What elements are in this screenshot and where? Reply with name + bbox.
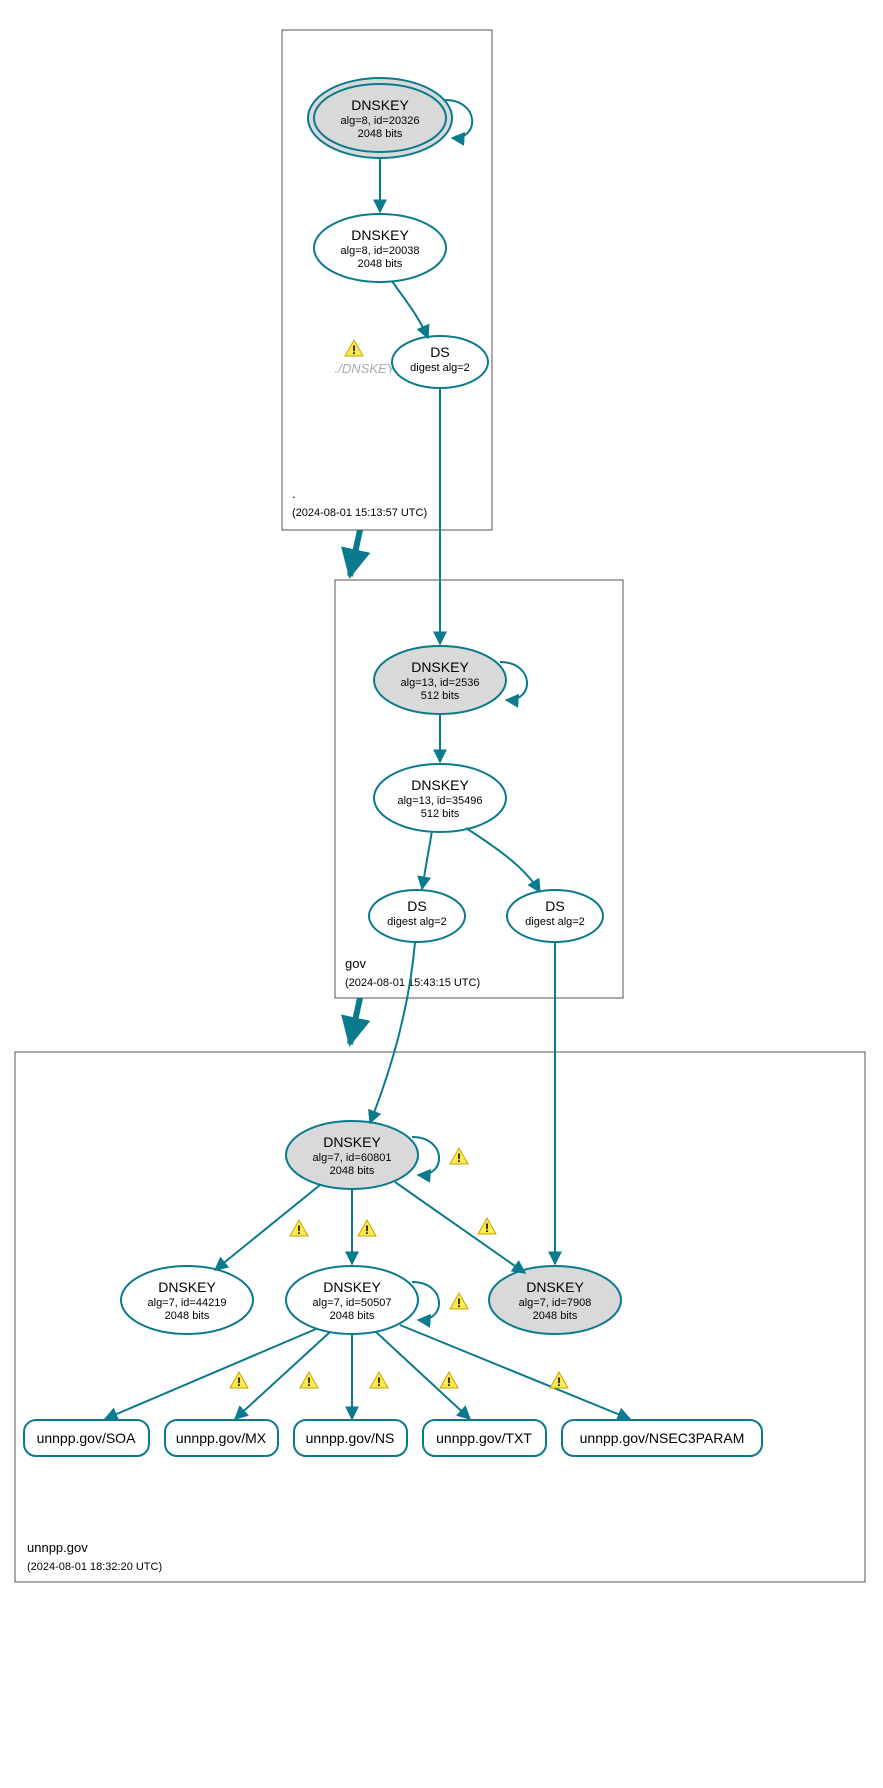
rr-nsec[interactable]: unnpp.gov/NSEC3PARAM	[562, 1420, 762, 1456]
edge-unksk-k3	[395, 1182, 525, 1273]
svg-text:DS: DS	[430, 344, 449, 360]
warning-icon: !	[450, 1148, 468, 1165]
svg-text:alg=8, id=20038: alg=8, id=20038	[341, 245, 420, 257]
zone-unnpp-time: (2024-08-01 18:32:20 UTC)	[27, 1561, 162, 1573]
warning-icon: !	[300, 1372, 318, 1389]
delegation-gov-unnpp	[350, 998, 360, 1044]
svg-text:alg=7, id=44219: alg=7, id=44219	[148, 1297, 227, 1309]
svg-text:DNSKEY: DNSKEY	[411, 659, 469, 675]
svg-text:DNSKEY: DNSKEY	[158, 1279, 216, 1295]
svg-text:alg=7, id=7908: alg=7, id=7908	[519, 1297, 592, 1309]
svg-text:unnpp.gov/MX: unnpp.gov/MX	[176, 1430, 267, 1446]
zone-gov: gov (2024-08-01 15:43:15 UTC) DNSKEY alg…	[335, 388, 623, 998]
node-gov-ds2[interactable]: DS digest alg=2	[507, 890, 603, 942]
svg-text:DNSKEY: DNSKEY	[323, 1134, 381, 1150]
edge-govzsk-ds1	[422, 831, 432, 889]
warning-icon: !	[550, 1372, 568, 1389]
svg-text:!: !	[307, 1375, 311, 1389]
node-un-k1[interactable]: DNSKEY alg=7, id=44219 2048 bits	[121, 1266, 253, 1334]
node-gov-zsk[interactable]: DNSKEY alg=13, id=35496 512 bits	[374, 764, 506, 832]
node-un-k3[interactable]: DNSKEY alg=7, id=7908 2048 bits	[489, 1266, 621, 1334]
svg-text:DNSKEY: DNSKEY	[411, 777, 469, 793]
svg-text:alg=13, id=35496: alg=13, id=35496	[397, 795, 482, 807]
zone-root-label: .	[292, 486, 296, 501]
node-un-ksk[interactable]: DNSKEY alg=7, id=60801 2048 bits	[286, 1121, 418, 1189]
svg-text:2048 bits: 2048 bits	[330, 1310, 375, 1322]
svg-text:2048 bits: 2048 bits	[330, 1165, 375, 1177]
svg-text:DS: DS	[545, 898, 564, 914]
svg-text:!: !	[365, 1223, 369, 1237]
svg-text:DNSKEY: DNSKEY	[351, 97, 409, 113]
svg-text:unnpp.gov/TXT: unnpp.gov/TXT	[436, 1430, 532, 1446]
dnssec-graph: . (2024-08-01 15:13:57 UTC) DNSKEY alg=8…	[0, 0, 883, 1788]
warning-icon: !	[478, 1218, 496, 1235]
svg-text:unnpp.gov/SOA: unnpp.gov/SOA	[37, 1430, 137, 1446]
warning-icon: !	[358, 1220, 376, 1237]
svg-text:512 bits: 512 bits	[421, 690, 460, 702]
svg-text:!: !	[447, 1375, 451, 1389]
warning-icon: !	[230, 1372, 248, 1389]
svg-text:2048 bits: 2048 bits	[358, 128, 403, 140]
rr-soa[interactable]: unnpp.gov/SOA	[24, 1420, 149, 1456]
zone-gov-label: gov	[345, 956, 366, 971]
svg-text:!: !	[457, 1296, 461, 1310]
node-root-zsk[interactable]: DNSKEY alg=8, id=20038 2048 bits	[314, 214, 446, 282]
svg-text:alg=13, id=2536: alg=13, id=2536	[401, 677, 480, 689]
svg-text:unnpp.gov/NS: unnpp.gov/NS	[306, 1430, 395, 1446]
svg-text:!: !	[352, 343, 356, 357]
rr-ns[interactable]: unnpp.gov/NS	[294, 1420, 407, 1456]
warning-icon: !	[440, 1372, 458, 1389]
svg-text:alg=8, id=20326: alg=8, id=20326	[341, 115, 420, 127]
svg-text:512 bits: 512 bits	[421, 808, 460, 820]
svg-text:!: !	[485, 1221, 489, 1235]
rr-txt[interactable]: unnpp.gov/TXT	[423, 1420, 546, 1456]
svg-text:!: !	[237, 1375, 241, 1389]
node-gov-ds1[interactable]: DS digest alg=2	[369, 890, 465, 942]
zone-root: . (2024-08-01 15:13:57 UTC) DNSKEY alg=8…	[282, 30, 492, 530]
zone-root-time: (2024-08-01 15:13:57 UTC)	[292, 507, 427, 519]
delegation-root-gov	[350, 530, 360, 576]
node-root-ds[interactable]: DS digest alg=2	[392, 336, 488, 388]
warning-icon: !	[450, 1293, 468, 1310]
warning-icon: !	[345, 340, 363, 357]
svg-text:2048 bits: 2048 bits	[533, 1310, 578, 1322]
node-gov-ksk[interactable]: DNSKEY alg=13, id=2536 512 bits	[374, 646, 506, 714]
warning-icon: !	[290, 1220, 308, 1237]
edge-k2-nsec	[400, 1325, 630, 1419]
svg-text:!: !	[297, 1223, 301, 1237]
svg-text:DS: DS	[407, 898, 426, 914]
svg-text:!: !	[377, 1375, 381, 1389]
svg-text:digest alg=2: digest alg=2	[387, 916, 447, 928]
svg-text:digest alg=2: digest alg=2	[525, 916, 585, 928]
svg-text:digest alg=2: digest alg=2	[410, 362, 470, 374]
svg-text:DNSKEY: DNSKEY	[351, 227, 409, 243]
svg-text:2048 bits: 2048 bits	[165, 1310, 210, 1322]
zone-unnpp: unnpp.gov (2024-08-01 18:32:20 UTC) DNSK…	[15, 942, 865, 1582]
node-un-k2[interactable]: DNSKEY alg=7, id=50507 2048 bits	[286, 1266, 418, 1334]
zone-unnpp-label: unnpp.gov	[27, 1540, 88, 1555]
svg-text:alg=7, id=50507: alg=7, id=50507	[313, 1297, 392, 1309]
edge-rootzsk-rootds	[392, 281, 428, 338]
zone-gov-time: (2024-08-01 15:43:15 UTC)	[345, 977, 480, 989]
edge-govzsk-ds2	[466, 828, 540, 892]
svg-text:2048 bits: 2048 bits	[358, 258, 403, 270]
svg-text:unnpp.gov/NSEC3PARAM: unnpp.gov/NSEC3PARAM	[580, 1430, 745, 1446]
warning-icon: !	[370, 1372, 388, 1389]
svg-text:DNSKEY: DNSKEY	[526, 1279, 584, 1295]
svg-text:./DNSKEY: ./DNSKEY	[335, 361, 397, 376]
rr-mx[interactable]: unnpp.gov/MX	[165, 1420, 278, 1456]
svg-text:!: !	[557, 1375, 561, 1389]
svg-text:DNSKEY: DNSKEY	[323, 1279, 381, 1295]
svg-text:!: !	[457, 1151, 461, 1165]
edge-k2-mx	[235, 1332, 330, 1419]
edge-k2-txt	[376, 1332, 470, 1419]
node-root-ksk[interactable]: DNSKEY alg=8, id=20326 2048 bits	[308, 78, 452, 158]
svg-text:alg=7, id=60801: alg=7, id=60801	[313, 1152, 392, 1164]
edge-govds1-unksk	[370, 942, 415, 1123]
edge-unksk-k1	[215, 1185, 320, 1270]
